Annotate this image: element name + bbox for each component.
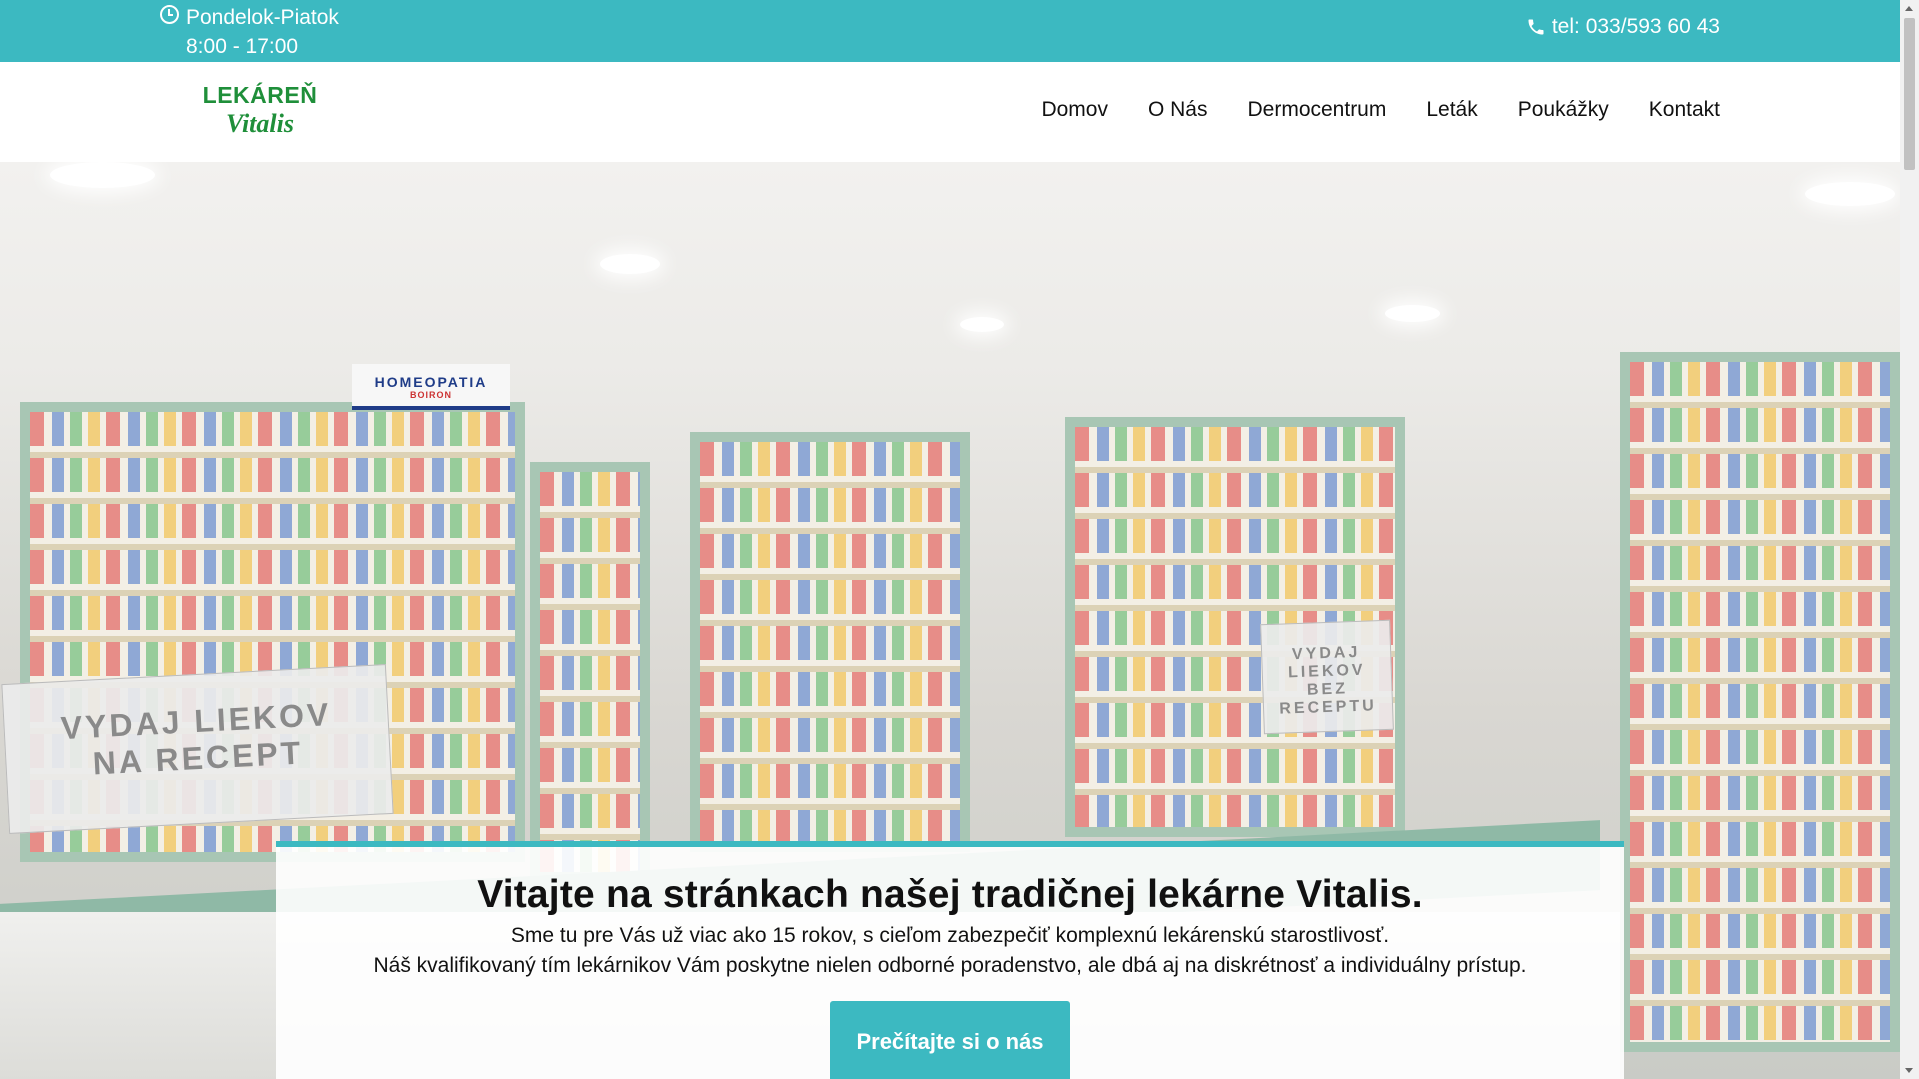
- opening-time: 8:00 - 17:00: [186, 35, 299, 58]
- ceiling-light: [1805, 182, 1895, 206]
- logo-line2: Vitalis: [226, 109, 294, 138]
- sign-no-prescription: VYDAJ LIEKOV BEZ RECEPTU: [1260, 619, 1394, 735]
- clock-icon: [160, 5, 179, 24]
- phone-number[interactable]: tel: 033/593 60 43: [1552, 15, 1720, 39]
- welcome-card: Vitajte na stránkach našej tradičnej lek…: [276, 841, 1624, 1079]
- homeopatia-sign: HOMEOPATIA BOIRON: [352, 364, 510, 410]
- welcome-title: Vitajte na stránkach našej tradičnej lek…: [477, 873, 1423, 916]
- shelf-right: [1620, 352, 1900, 1052]
- nav-item-domov[interactable]: Domov: [1041, 98, 1108, 122]
- top-info-bar: Pondelok-Piatok 8:00 - 17:00 tel: 033/59…: [0, 0, 1900, 62]
- ceiling-light: [50, 162, 155, 188]
- phone-icon: [1528, 19, 1544, 35]
- opening-days: Pondelok-Piatok: [186, 6, 339, 29]
- ceiling-light: [960, 317, 1004, 332]
- site-logo[interactable]: LEKÁREŇ Vitalis: [200, 82, 320, 139]
- site-header: LEKÁREŇ Vitalis Domov O Nás Dermocentrum…: [0, 62, 1900, 162]
- phone-contact[interactable]: tel: 033/593 60 43: [1526, 15, 1720, 39]
- nav-item-poukazky[interactable]: Poukážky: [1518, 98, 1609, 122]
- welcome-text-line1: Sme tu pre Vás už viac ako 15 rokov, s c…: [510, 924, 1390, 947]
- main-nav: Domov O Nás Dermocentrum Leták Poukážky …: [1041, 98, 1720, 122]
- ceiling-light: [1385, 305, 1440, 322]
- shelf-center: [690, 432, 970, 852]
- opening-hours: Pondelok-Piatok 8:00 - 17:00: [160, 3, 339, 61]
- logo-line1: LEKÁREŇ: [202, 82, 318, 108]
- read-about-us-button[interactable]: Prečítajte si o nás: [830, 1001, 1070, 1079]
- scroll-down-arrow-icon[interactable]: [1905, 1068, 1913, 1073]
- scrollbar-thumb[interactable]: [1904, 18, 1915, 170]
- scroll-up-arrow-icon[interactable]: [1905, 6, 1913, 11]
- sign-prescription: VYDAJ LIEKOV NA RECEPT: [1, 664, 394, 834]
- shelf-middle-left: [530, 462, 650, 882]
- nav-item-kontakt[interactable]: Kontakt: [1649, 98, 1720, 122]
- nav-item-o-nas[interactable]: O Nás: [1148, 98, 1208, 122]
- nav-item-dermocentrum[interactable]: Dermocentrum: [1247, 98, 1386, 122]
- welcome-text-line2: Náš kvalifikovaný tím lekárnikov Vám pos…: [373, 954, 1527, 977]
- ceiling-light: [600, 254, 660, 274]
- nav-item-letak[interactable]: Leták: [1426, 98, 1477, 122]
- page-scrollbar[interactable]: [1900, 0, 1919, 1079]
